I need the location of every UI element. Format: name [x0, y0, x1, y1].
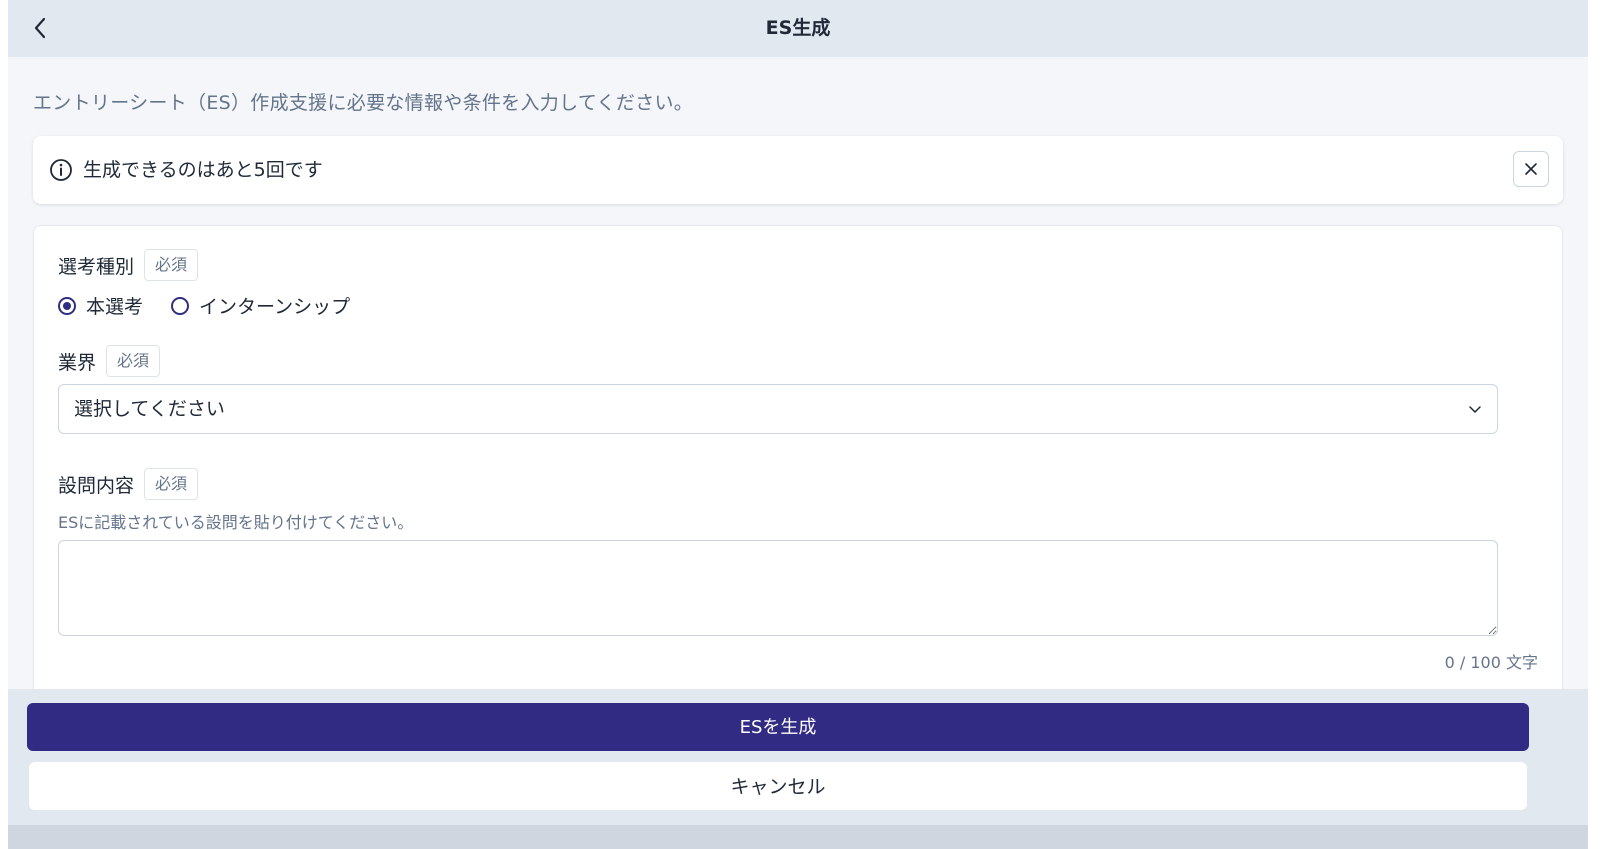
industry-label: 業界 必須: [58, 345, 161, 377]
chevron-left-icon: [34, 17, 46, 39]
question-help-text: ESに記載されている設問を貼り付けてください。: [58, 513, 414, 532]
back-button[interactable]: [26, 13, 54, 43]
radio-button-checked[interactable]: [58, 296, 76, 315]
es-form: 選考種別 必須 本選考 インターンシップ 業界 必須 選択してください 設問内容: [33, 225, 1563, 745]
question-label: 設問内容 必須: [58, 468, 199, 500]
page-title: ES生成: [765, 17, 831, 39]
cancel-button[interactable]: キャンセル: [29, 762, 1527, 810]
notice-close-button[interactable]: [1513, 151, 1549, 187]
required-badge: 必須: [106, 345, 161, 377]
selection-type-label-text: 選考種別: [58, 255, 135, 278]
radio-internship-label: インターンシップ: [199, 296, 351, 318]
selection-type-label: 選考種別 必須: [58, 249, 199, 281]
radio-internship[interactable]: インターンシップ: [171, 292, 350, 319]
generate-es-button[interactable]: ESを生成: [27, 703, 1529, 751]
required-badge: 必須: [144, 249, 199, 281]
bottom-divider: [8, 825, 1588, 849]
required-badge: 必須: [144, 468, 199, 500]
close-icon: [1525, 163, 1537, 175]
app-frame: ES生成 エントリーシート（ES）作成支援に必要な情報や条件を入力してください。…: [8, 0, 1588, 849]
intro-text: エントリーシート（ES）作成支援に必要な情報や条件を入力してください。: [33, 92, 694, 114]
top-bar: ES生成: [8, 0, 1588, 57]
action-footer: ESを生成 キャンセル: [8, 689, 1588, 849]
radio-honsenko-label: 本選考: [86, 296, 144, 318]
chevron-down-icon: [1469, 406, 1481, 413]
radio-button-unchecked[interactable]: [171, 296, 190, 315]
industry-select[interactable]: 選択してください: [58, 384, 1498, 434]
notice-banner: 生成できるのはあと5回です: [33, 136, 1563, 204]
notice-text: 生成できるのはあと5回です: [83, 159, 323, 181]
question-label-text: 設問内容: [58, 474, 135, 497]
info-icon: [50, 159, 72, 181]
question-textarea[interactable]: [58, 540, 1498, 636]
industry-select-value: 選択してください: [74, 398, 225, 420]
selection-type-radio-group: 本選考 インターンシップ: [58, 292, 378, 319]
industry-label-text: 業界: [58, 351, 97, 374]
radio-honsenko[interactable]: 本選考: [58, 292, 143, 319]
character-counter: 0 / 100 文字: [1444, 653, 1538, 672]
